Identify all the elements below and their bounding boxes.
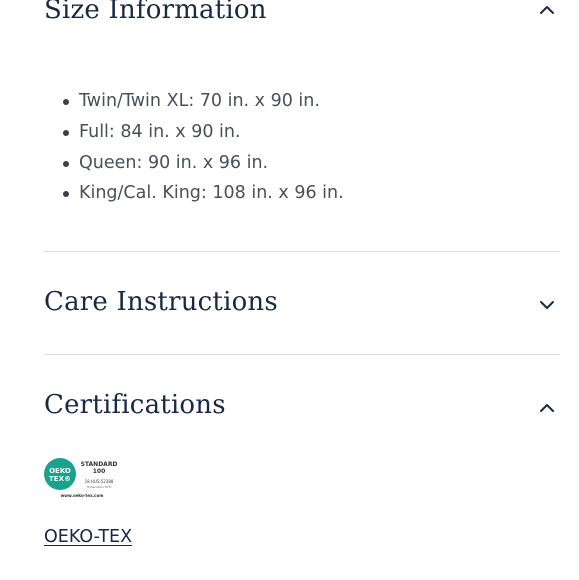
badge-code-text: 18.HUS.52388: [85, 479, 114, 484]
size-information-header[interactable]: Size Information: [44, 0, 560, 28]
certifications-section: Certifications: [44, 386, 560, 424]
list-item: Full: 84 in. x 90 in.: [60, 117, 344, 148]
care-instructions-header[interactable]: Care Instructions: [44, 283, 560, 321]
chevron-up-icon[interactable]: [538, 1, 556, 19]
list-item: Twin/Twin XL: 70 in. x 90 in.: [60, 86, 344, 117]
certifications-header[interactable]: Certifications: [44, 386, 560, 424]
badge-standard-text: STANDARD: [81, 461, 118, 468]
oeko-tex-logo: OEKO TEX® STANDARD 100 18.HUS.52388 Hohe…: [44, 458, 118, 498]
badge-number-text: 100: [93, 468, 106, 475]
badge-url-text: www.oeko-tex.com: [61, 493, 104, 498]
care-instructions-title: Care Instructions: [44, 287, 278, 317]
care-instructions-section: Care Instructions: [44, 283, 560, 321]
list-item: Queen: 90 in. x 96 in.: [60, 148, 344, 179]
oeko-tex-link[interactable]: OEKO-TEX: [44, 527, 132, 547]
badge-institute-text: Hohenstein HTTI: [87, 485, 112, 489]
size-list: Twin/Twin XL: 70 in. x 90 in. Full: 84 i…: [60, 86, 344, 209]
divider: [44, 251, 560, 252]
certifications-title: Certifications: [44, 390, 226, 420]
list-item: King/Cal. King: 108 in. x 96 in.: [60, 178, 344, 209]
chevron-down-icon[interactable]: [538, 296, 556, 314]
badge-circle-text: TEX®: [49, 475, 71, 483]
chevron-up-icon[interactable]: [538, 399, 556, 417]
badge-circle-text: OEKO: [49, 467, 71, 475]
size-information-section: Size Information: [44, 0, 560, 28]
divider: [44, 354, 560, 355]
size-information-title: Size Information: [44, 0, 267, 25]
